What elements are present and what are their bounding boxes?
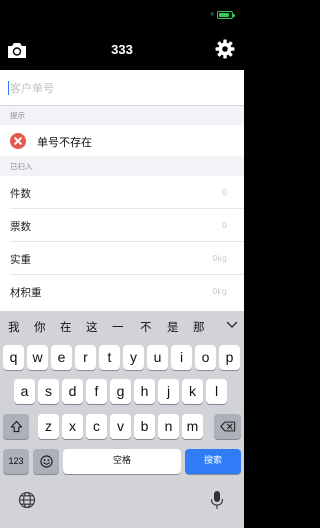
hint-row: 单号不存在 [0,125,244,156]
search-key[interactable]: 搜索 [185,449,241,474]
row-value: 0kg [212,254,227,263]
scanned-section-header: 已扫入 [10,162,33,171]
scanned-list: 件数 0 票数 0 实重 0kg 材积重 0kg [0,176,244,311]
list-item-tickets: 票数 0 [0,209,244,242]
row-value: 0kg [212,287,227,296]
battery-icon [217,11,235,19]
chevron-down-icon[interactable] [226,320,238,330]
charging-icon: ⚡ [209,10,215,19]
key-k[interactable]: k [182,379,203,404]
key-x[interactable]: x [62,414,83,439]
key-v[interactable]: v [110,414,131,439]
microphone-icon[interactable] [210,490,224,510]
key-r[interactable]: r [75,345,96,370]
key-h[interactable]: h [134,379,155,404]
row-label: 票数 [10,221,31,233]
list-item-actual-weight: 实重 0kg [0,242,244,275]
candidate-word[interactable]: 在 [60,319,72,335]
key-l[interactable]: l [206,379,227,404]
row-label: 件数 [10,188,31,200]
shift-icon [10,420,22,433]
key-n[interactable]: n [158,414,179,439]
key-e[interactable]: e [51,345,72,370]
key-q[interactable]: q [3,345,24,370]
space-key[interactable]: 空格 [63,449,181,474]
gear-icon[interactable] [215,39,235,59]
hint-section-header: 提示 [10,111,25,120]
key-u[interactable]: u [147,345,168,370]
navigation-bar: 333 [0,30,244,70]
candidate-word[interactable]: 那 [193,319,205,335]
candidate-word[interactable]: 不 [140,319,152,335]
globe-icon[interactable] [18,491,36,509]
row-value: 0 [221,221,227,230]
key-y[interactable]: y [123,345,144,370]
candidate-word[interactable]: 是 [167,319,179,335]
content-area: 提示 单号不存在 已扫入 件数 0 票数 0 实重 0kg 材积重 0kg [0,70,244,311]
row-label: 材积重 [10,287,42,299]
key-f[interactable]: f [86,379,107,404]
error-icon [10,133,26,149]
key-m[interactable]: m [182,414,203,439]
key-d[interactable]: d [62,379,83,404]
order-number-input[interactable] [10,79,230,97]
candidate-bar: 我 你 在 这 一 不 是 那 [0,311,244,342]
key-c[interactable]: c [86,414,107,439]
key-p[interactable]: p [219,345,240,370]
key-z[interactable]: z [38,414,59,439]
hint-message: 单号不存在 [37,136,92,149]
delete-key[interactable] [214,414,241,439]
emoji-icon [39,455,53,468]
list-item-count: 件数 0 [0,176,244,209]
row-label: 实重 [10,254,31,266]
list-item-volume-weight: 材积重 0kg [0,275,244,308]
candidate-word[interactable]: 这 [86,319,98,335]
key-a[interactable]: a [14,379,35,404]
key-b[interactable]: b [134,414,155,439]
key-g[interactable]: g [110,379,131,404]
key-s[interactable]: s [38,379,59,404]
candidate-word[interactable]: 我 [8,319,20,335]
key-w[interactable]: w [27,345,48,370]
key-i[interactable]: i [171,345,192,370]
search-bar [0,70,244,106]
candidate-word[interactable]: 一 [112,319,124,335]
status-bar: ⚡ [0,0,244,30]
row-value: 0 [221,188,227,197]
backspace-icon [219,421,235,432]
key-o[interactable]: o [195,345,216,370]
text-cursor [8,81,9,95]
keyboard: 我 你 在 这 一 不 是 那 q w e r t y u i o p a s … [0,311,244,528]
emoji-key[interactable] [33,449,59,474]
page-title: 333 [111,42,133,57]
key-t[interactable]: t [99,345,120,370]
key-j[interactable]: j [158,379,179,404]
numbers-key[interactable]: 123 [3,449,29,474]
shift-key[interactable] [3,414,29,439]
candidate-word[interactable]: 你 [34,319,46,335]
